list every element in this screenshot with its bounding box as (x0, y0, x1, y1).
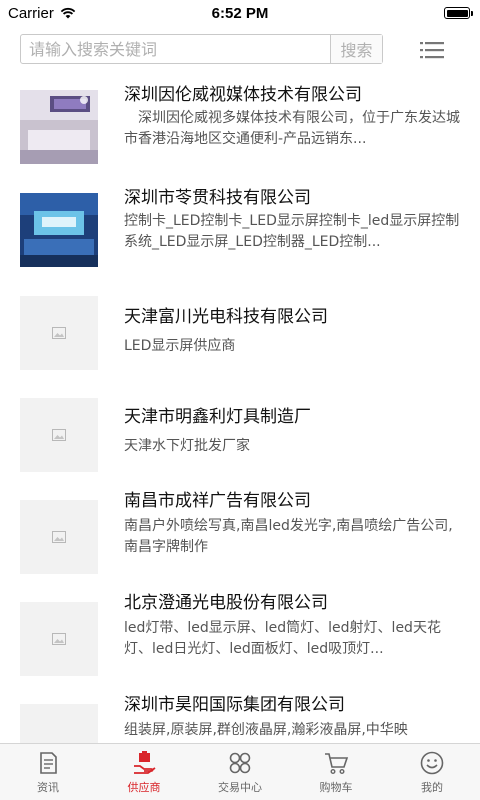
list-menu-icon[interactable] (420, 40, 444, 60)
office-photo (20, 90, 98, 164)
list-item[interactable]: 天津市明鑫利灯具制造厂 天津水下灯批发厂家 (0, 384, 480, 484)
list-item[interactable]: 深圳市昊阳国际集团有限公司 组装屏,原装屏,群创液晶屏,瀚彩液晶屏,中华映 (0, 690, 480, 744)
company-name: 北京澄通光电股份有限公司 (124, 593, 328, 613)
image-placeholder-icon (52, 327, 66, 339)
company-description: LED显示屏供应商 (124, 338, 236, 354)
image-placeholder-icon (52, 429, 66, 441)
company-name: 深圳因伦威视媒体技术有限公司 (124, 85, 362, 105)
company-description: 深圳因伦威视多媒体技术有限公司，位于广东发达城市香港沿海地区交通便利-产品远销东… (124, 110, 460, 147)
search-bar: 搜索 (0, 30, 480, 70)
list-item[interactable]: 天津富川光电科技有限公司 LED显示屏供应商 (0, 282, 480, 382)
company-thumbnail (20, 500, 98, 574)
tab-label: 交易中心 (218, 781, 262, 794)
hand-icon (134, 751, 156, 774)
company-description: led灯带、led显示屏、led筒灯、led射灯、led天花灯、led日光灯、l… (124, 620, 441, 657)
image-placeholder-icon (52, 633, 66, 645)
search-button[interactable]: 搜索 (330, 35, 382, 63)
reception-photo (20, 193, 98, 267)
tab-label: 我的 (421, 781, 443, 794)
wifi-icon (60, 7, 76, 19)
company-thumbnail (20, 296, 98, 370)
company-thumbnail (20, 193, 98, 267)
tab-trading-center[interactable]: 交易中心 (192, 744, 288, 800)
company-thumbnail (20, 90, 98, 164)
company-description: 组装屏,原装屏,群创液晶屏,瀚彩液晶屏,中华映 (124, 722, 408, 738)
company-description: 天津水下灯批发厂家 (124, 438, 250, 454)
battery-icon (444, 7, 473, 19)
company-name: 天津富川光电科技有限公司 (124, 307, 328, 327)
tab-mine[interactable]: 我的 (384, 744, 480, 800)
tab-label: 购物车 (319, 781, 353, 794)
tab-suppliers[interactable]: 供应商 (96, 744, 192, 800)
list-item[interactable]: 南昌市成祥广告有限公司 南昌户外喷绘写真,南昌led发光字,南昌喷绘广告公司,南… (0, 486, 480, 586)
status-bar: Carrier 6:52 PM (0, 0, 480, 26)
tab-news[interactable]: 资讯 (0, 744, 96, 800)
search-input[interactable] (21, 35, 331, 63)
list-item[interactable]: 北京澄通光电股份有限公司 led灯带、led显示屏、led筒灯、led射灯、le… (0, 588, 480, 688)
document-icon (40, 752, 57, 774)
company-name: 深圳市苓贯科技有限公司 (124, 188, 311, 208)
tab-label: 资讯 (37, 781, 59, 794)
carrier-label: Carrier (8, 4, 54, 22)
tab-label: 供应商 (127, 781, 161, 794)
company-name: 天津市明鑫利灯具制造厂 (124, 407, 311, 427)
company-thumbnail (20, 602, 98, 676)
tab-bar: 资讯 供应商 交易中心 购物车 我的 (0, 743, 480, 800)
company-description: 控制卡_LED控制卡_LED显示屏控制卡_led显示屏控制系统_LED显示屏_L… (124, 213, 460, 250)
cart-icon (325, 753, 349, 775)
tab-cart[interactable]: 购物车 (288, 744, 384, 800)
company-name: 深圳市昊阳国际集团有限公司 (124, 695, 345, 715)
search-box: 搜索 (20, 34, 383, 64)
grid-icon (229, 752, 251, 774)
company-description: 南昌户外喷绘写真,南昌led发光字,南昌喷绘广告公司,南昌字牌制作 (124, 518, 453, 555)
list-item[interactable]: 深圳因伦威视媒体技术有限公司 深圳因伦威视多媒体技术有限公司，位于广东发达城市香… (0, 76, 480, 176)
image-placeholder-icon (52, 531, 66, 543)
company-name: 南昌市成祥广告有限公司 (124, 491, 311, 511)
smiley-icon (420, 751, 444, 775)
list-item[interactable]: 深圳市苓贯科技有限公司 控制卡_LED控制卡_LED显示屏控制卡_led显示屏控… (0, 179, 480, 279)
company-thumbnail (20, 398, 98, 472)
company-thumbnail (20, 704, 98, 744)
